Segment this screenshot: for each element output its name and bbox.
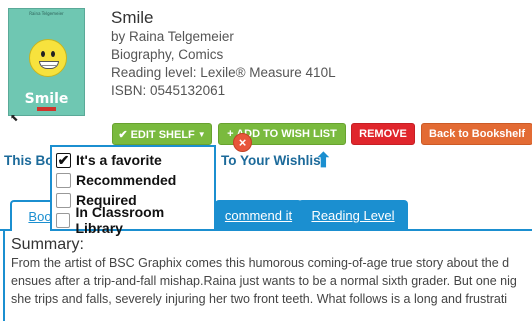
wish-banner-right: To Your Wishlist <box>221 153 326 168</box>
book-cover-image[interactable]: Raina Telgemeier Smile <box>8 8 85 116</box>
cover-title: Smile <box>24 91 69 107</box>
menu-item-label: It's a favorite <box>76 152 162 168</box>
book-genres: Biography, Comics <box>111 47 224 62</box>
checkbox-checked-icon[interactable]: ✔ <box>56 152 71 168</box>
summary-line: From the artist of BSC Graphix comes thi… <box>11 256 510 270</box>
book-info: Smile by Raina Telgemeier Biography, Com… <box>111 8 336 100</box>
checkbox-icon[interactable] <box>56 172 71 188</box>
menu-item-label: In Classroom Library <box>75 204 165 236</box>
tab-reading-level[interactable]: Reading Level <box>298 200 408 231</box>
cover-publisher-bar <box>37 107 56 111</box>
caret-down-icon: ▼ <box>197 129 206 139</box>
wish-banner-left: This Bo <box>4 153 54 168</box>
book-reading-level: Reading level: Lexile® Measure 410L <box>111 65 336 80</box>
cover-author: Raina Telgemeier <box>29 11 64 16</box>
checkbox-icon[interactable] <box>56 212 71 228</box>
summary-heading: Summary: <box>11 236 84 253</box>
menu-item-classroom-library[interactable]: In Classroom Library <box>56 204 210 236</box>
summary-line: she trips and falls, severely injuring h… <box>11 292 508 306</box>
book-author: by Raina Telgemeier <box>111 29 234 44</box>
remove-button[interactable]: REMOVE <box>351 123 415 145</box>
menu-item-recommended[interactable]: Recommended <box>56 170 210 190</box>
edit-shelf-button[interactable]: ✔ EDIT SHELF ▼ <box>112 123 212 145</box>
mouse-cursor-icon: ⬉ <box>10 113 19 124</box>
book-isbn: ISBN: 0545132061 <box>111 83 226 98</box>
arrow-up-icon: ⬆ <box>315 150 332 172</box>
smile-face-icon <box>29 39 67 77</box>
shelf-options-menu: ✔ It's a favorite Recommended Required I… <box>50 145 216 236</box>
checkbox-icon[interactable] <box>56 192 71 208</box>
summary-line: ensues after a trip-and-fall mishap.Rain… <box>11 274 517 288</box>
back-to-bookshelf-button[interactable]: Back to Bookshelf <box>421 123 532 145</box>
menu-item-favorite[interactable]: ✔ It's a favorite <box>56 150 210 170</box>
menu-item-label: Recommended <box>76 172 177 188</box>
close-icon[interactable]: × <box>233 133 252 152</box>
summary-panel: Summary: From the artist of BSC Graphix … <box>3 230 532 321</box>
book-title: Smile <box>111 8 154 27</box>
tab-recommend[interactable]: commend it <box>215 200 302 231</box>
edit-shelf-label: ✔ EDIT SHELF <box>118 128 195 141</box>
